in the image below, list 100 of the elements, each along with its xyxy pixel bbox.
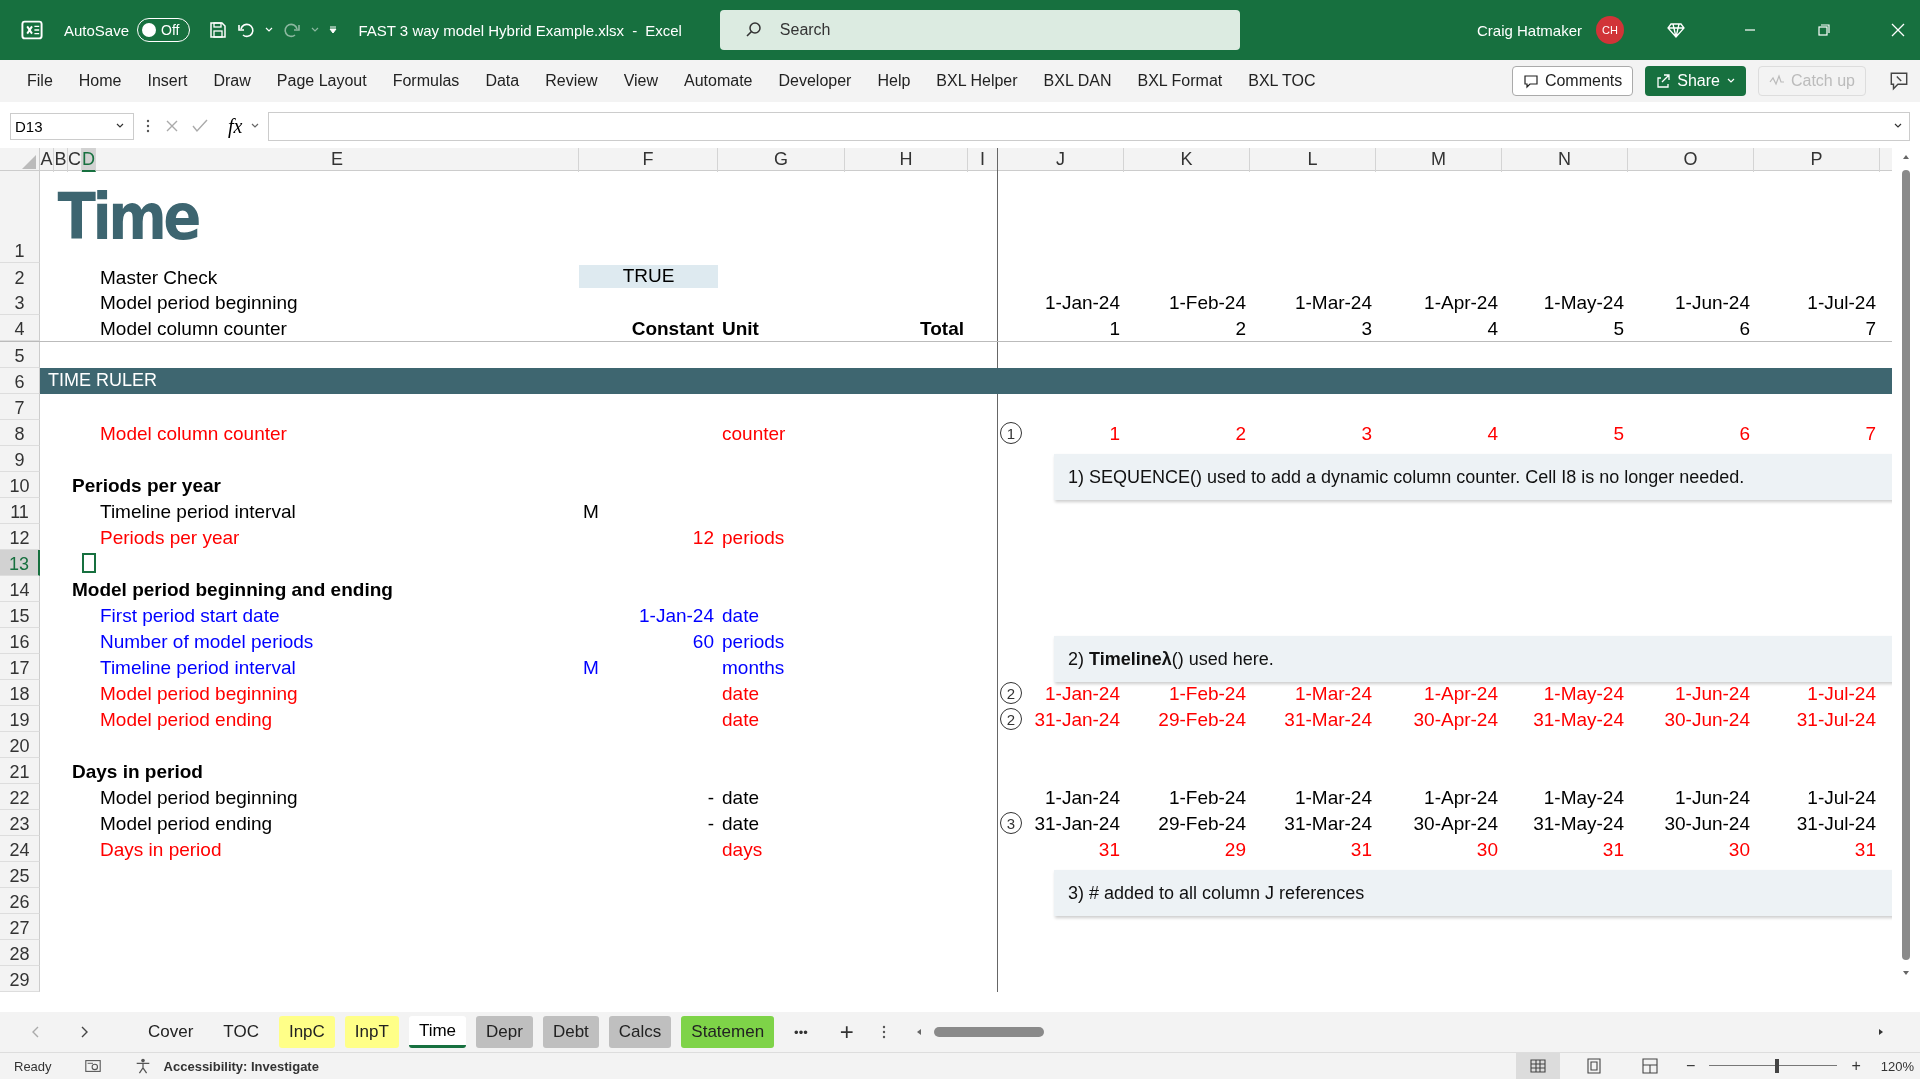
row-header[interactable]: 18 [0,680,40,706]
sheet-tab[interactable]: InpC [278,1016,335,1048]
circled-number: 1 [1000,422,1022,444]
row-header[interactable]: 9 [0,446,40,472]
row-header[interactable]: 24 [0,836,40,862]
column-header[interactable]: D [82,148,96,172]
accessibility-status[interactable]: Accessibility: Investigate [163,1058,319,1074]
ribbon-tab[interactable]: BXL DAN [1032,66,1123,96]
sheet-tab[interactable]: Debt [542,1016,599,1048]
row-header[interactable]: 8 [0,420,40,446]
column-header[interactable]: B [54,148,68,172]
name-box[interactable]: D13 [10,112,134,140]
table-cell: counter [722,423,786,445]
sheet-tab[interactable]: InpT [344,1016,399,1048]
user-avatar[interactable]: CH [1596,16,1624,44]
row-header[interactable]: 26 [0,888,40,914]
row-header[interactable]: 13 [0,550,40,576]
more-options-icon[interactable] [146,118,150,134]
feedback-icon[interactable] [1888,70,1910,92]
ribbon-tab[interactable]: Data [474,66,531,96]
sheet-tab[interactable]: TOC [213,1016,269,1048]
row-header[interactable]: 29 [0,966,40,992]
row-header[interactable]: 7 [0,394,40,420]
row-header[interactable]: 22 [0,784,40,810]
row-header[interactable]: 28 [0,940,40,966]
table-cell: 31-May-24 [1533,813,1624,835]
row-header[interactable]: 16 [0,628,40,654]
zoom-out-button[interactable]: − [1684,1057,1698,1075]
sheet-tab[interactable]: Cover [138,1016,204,1048]
column-header[interactable]: M [1376,148,1502,172]
more-options-icon[interactable] [881,1024,886,1040]
row-header[interactable]: 3 [0,289,40,315]
table-cell: 31 [1602,839,1624,861]
column-header[interactable]: O [1628,148,1754,172]
ribbon-tab[interactable]: Draw [202,66,262,96]
zoom-level[interactable]: 120% [1880,1058,1914,1074]
column-header[interactable]: K [1124,148,1250,172]
ribbon-tab[interactable]: BXL TOC [1237,66,1327,96]
comments-button[interactable]: Comments [1511,66,1634,96]
ribbon-tab[interactable]: Page Layout [265,66,378,96]
table-cell: months [722,657,785,679]
insert-function-button[interactable]: fx [228,114,243,138]
row-header[interactable]: 17 [0,654,40,680]
row-header[interactable]: 20 [0,732,40,758]
row-header[interactable]: 14 [0,576,40,602]
column-header[interactable]: F [579,148,718,172]
row-header[interactable]: 5 [0,342,40,368]
more-sheets-button[interactable]: ••• [786,1024,816,1040]
row-header[interactable]: 21 [0,758,40,784]
add-sheet-button[interactable]: + [831,1018,862,1046]
ribbon-tab[interactable]: Automate [673,66,764,96]
row-header[interactable]: 2 [0,263,40,290]
ribbon-tab[interactable]: Review [534,66,609,96]
row-header[interactable]: 15 [0,602,40,628]
column-header[interactable]: H [845,148,968,172]
row-header[interactable]: 10 [0,472,40,498]
column-header[interactable]: J [998,148,1124,172]
share-button[interactable]: Share [1645,66,1746,96]
ribbon-tab[interactable]: Insert [136,66,199,96]
column-header[interactable]: I [968,148,998,172]
column-header[interactable]: A [40,148,54,172]
user-name: Craig Hatmaker [1476,21,1582,39]
zoom-in-button[interactable]: + [1849,1057,1863,1075]
diamond-icon[interactable] [1666,20,1686,40]
ribbon-tab[interactable]: Formulas [381,66,471,96]
row-header[interactable]: 4 [0,315,40,341]
sheet-tab[interactable]: Time [408,1016,467,1048]
ribbon-tab[interactable]: BXL Helper [925,66,1029,96]
table-cell: 31 [1854,839,1876,861]
row-header[interactable]: 25 [0,862,40,888]
customize-toolbar-icon[interactable] [328,25,339,35]
normal-view-icon[interactable] [1516,1053,1561,1079]
column-header[interactable]: E [96,148,579,172]
ribbon-tab[interactable]: Help [866,66,922,96]
row-header[interactable]: 1 [0,171,40,263]
column-header[interactable]: L [1250,148,1376,172]
column-header[interactable]: P [1754,148,1880,172]
sheet-tab[interactable]: Statemen [681,1016,775,1048]
ribbon-tab[interactable]: BXL Format [1126,66,1234,96]
row-header[interactable]: 27 [0,914,40,940]
zoom-slider[interactable] [1709,1058,1838,1074]
ribbon-tab[interactable]: File [16,66,64,96]
ribbon-tab[interactable]: Developer [767,66,863,96]
active-cell[interactable] [82,553,96,573]
sheet-tab[interactable]: Calcs [608,1016,672,1048]
sheet-tab[interactable]: Depr [476,1016,533,1048]
row-header[interactable]: 19 [0,706,40,732]
row-header[interactable]: 23 [0,810,40,836]
ribbon-tab[interactable]: Home [67,66,133,96]
save-icon[interactable] [208,20,229,40]
row-header[interactable]: 12 [0,524,40,550]
row-header[interactable]: 6 [0,368,40,394]
ribbon-tab[interactable]: View [612,66,670,96]
macro-recording-icon[interactable] [83,1057,102,1075]
formula-field[interactable] [268,111,1910,141]
search-field[interactable]: Search [719,10,1240,50]
column-header[interactable]: N [1502,148,1628,172]
column-header[interactable]: G [718,148,845,172]
row-label: Model period beginning [100,787,298,809]
row-header[interactable]: 11 [0,498,40,524]
